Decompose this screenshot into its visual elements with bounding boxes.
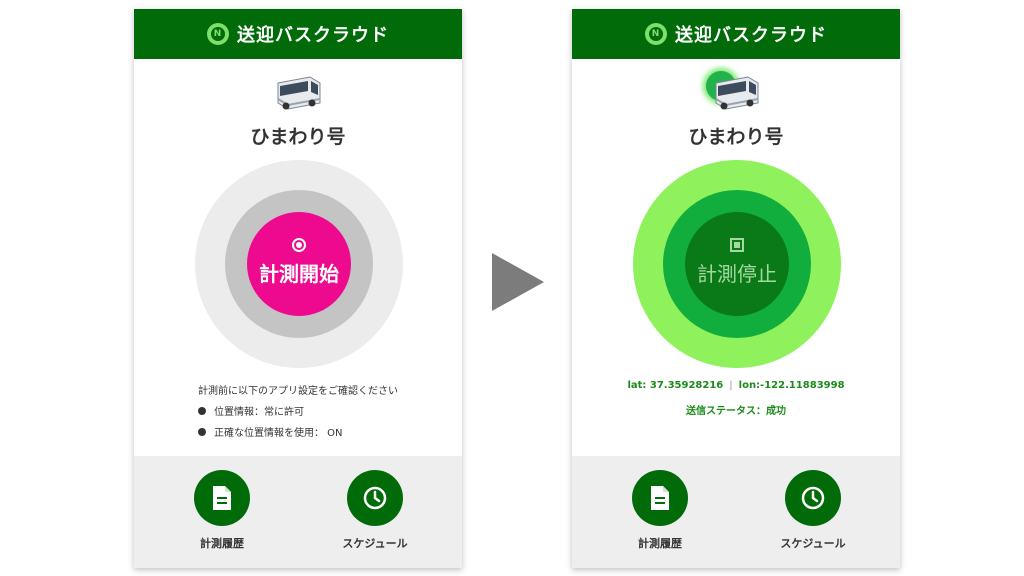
target-icon [292,237,306,252]
nav-schedule-label: スケジュール [342,537,408,550]
app-logo-icon: N [207,23,229,45]
setting-label: 位置情報：常に許可 [214,407,304,418]
setting-item-precise-location: 正確な位置情報を使用： ON [198,424,343,439]
longitude-value: lon:-122.11883998 [738,380,845,391]
start-measurement-button[interactable]: 計測開始 [247,212,351,316]
bullet-icon [198,406,206,415]
document-icon [194,470,250,526]
coordinate-separator: | [729,380,733,391]
nav-history-button[interactable]: 計測履歴 [615,470,705,551]
transmission-status: 送信ステータス：成功 [686,406,786,417]
stop-button-label: 計測停止 [697,261,777,286]
nav-history-label: 計測履歴 [638,537,682,550]
bullet-icon [198,427,206,436]
clock-icon [347,470,403,526]
clock-icon [785,470,841,526]
bottom-nav: 計測履歴 スケジュール [134,456,462,568]
transition-arrow-icon [492,253,544,311]
bottom-nav: 計測履歴 スケジュール [572,456,900,568]
nav-schedule-label: スケジュール [780,537,846,550]
app-title: 送迎バスクラウド [675,25,827,46]
nav-history-button[interactable]: 計測履歴 [177,470,267,551]
nav-history-label: 計測履歴 [200,537,244,550]
setting-label: 正確な位置情報を使用： ON [214,428,343,439]
document-icon [632,470,688,526]
stop-icon [730,237,744,252]
bus-icon [715,76,759,110]
phone-screen-after: N 送迎バスクラウド ひまわり号 計測停止 lat: 37.35928216 | l… [572,9,900,568]
nav-schedule-button[interactable]: スケジュール [768,470,858,551]
app-header: N 送迎バスクラウド [572,9,900,59]
phone-screen-before: N 送迎バスクラウド ひまわり号 計測開始 計測前に以下のアプリ設定をご確認くだ… [134,9,462,568]
bus-name: ひまわり号 [688,126,784,148]
bus-icon [277,76,321,110]
app-logo-icon: N [645,23,667,45]
app-title: 送迎バスクラウド [237,25,389,46]
start-button-label: 計測開始 [259,261,339,286]
nav-schedule-button[interactable]: スケジュール [330,470,420,551]
latitude-value: lat: 37.35928216 [627,380,724,391]
setting-item-location: 位置情報：常に許可 [198,403,304,418]
settings-notice: 計測前に以下のアプリ設定をご確認ください [198,386,398,397]
stop-measurement-button[interactable]: 計測停止 [685,212,789,316]
bus-name: ひまわり号 [250,126,346,148]
gps-coordinates: lat: 37.35928216 | lon:-122.11883998 [572,380,900,391]
app-header: N 送迎バスクラウド [134,9,462,59]
